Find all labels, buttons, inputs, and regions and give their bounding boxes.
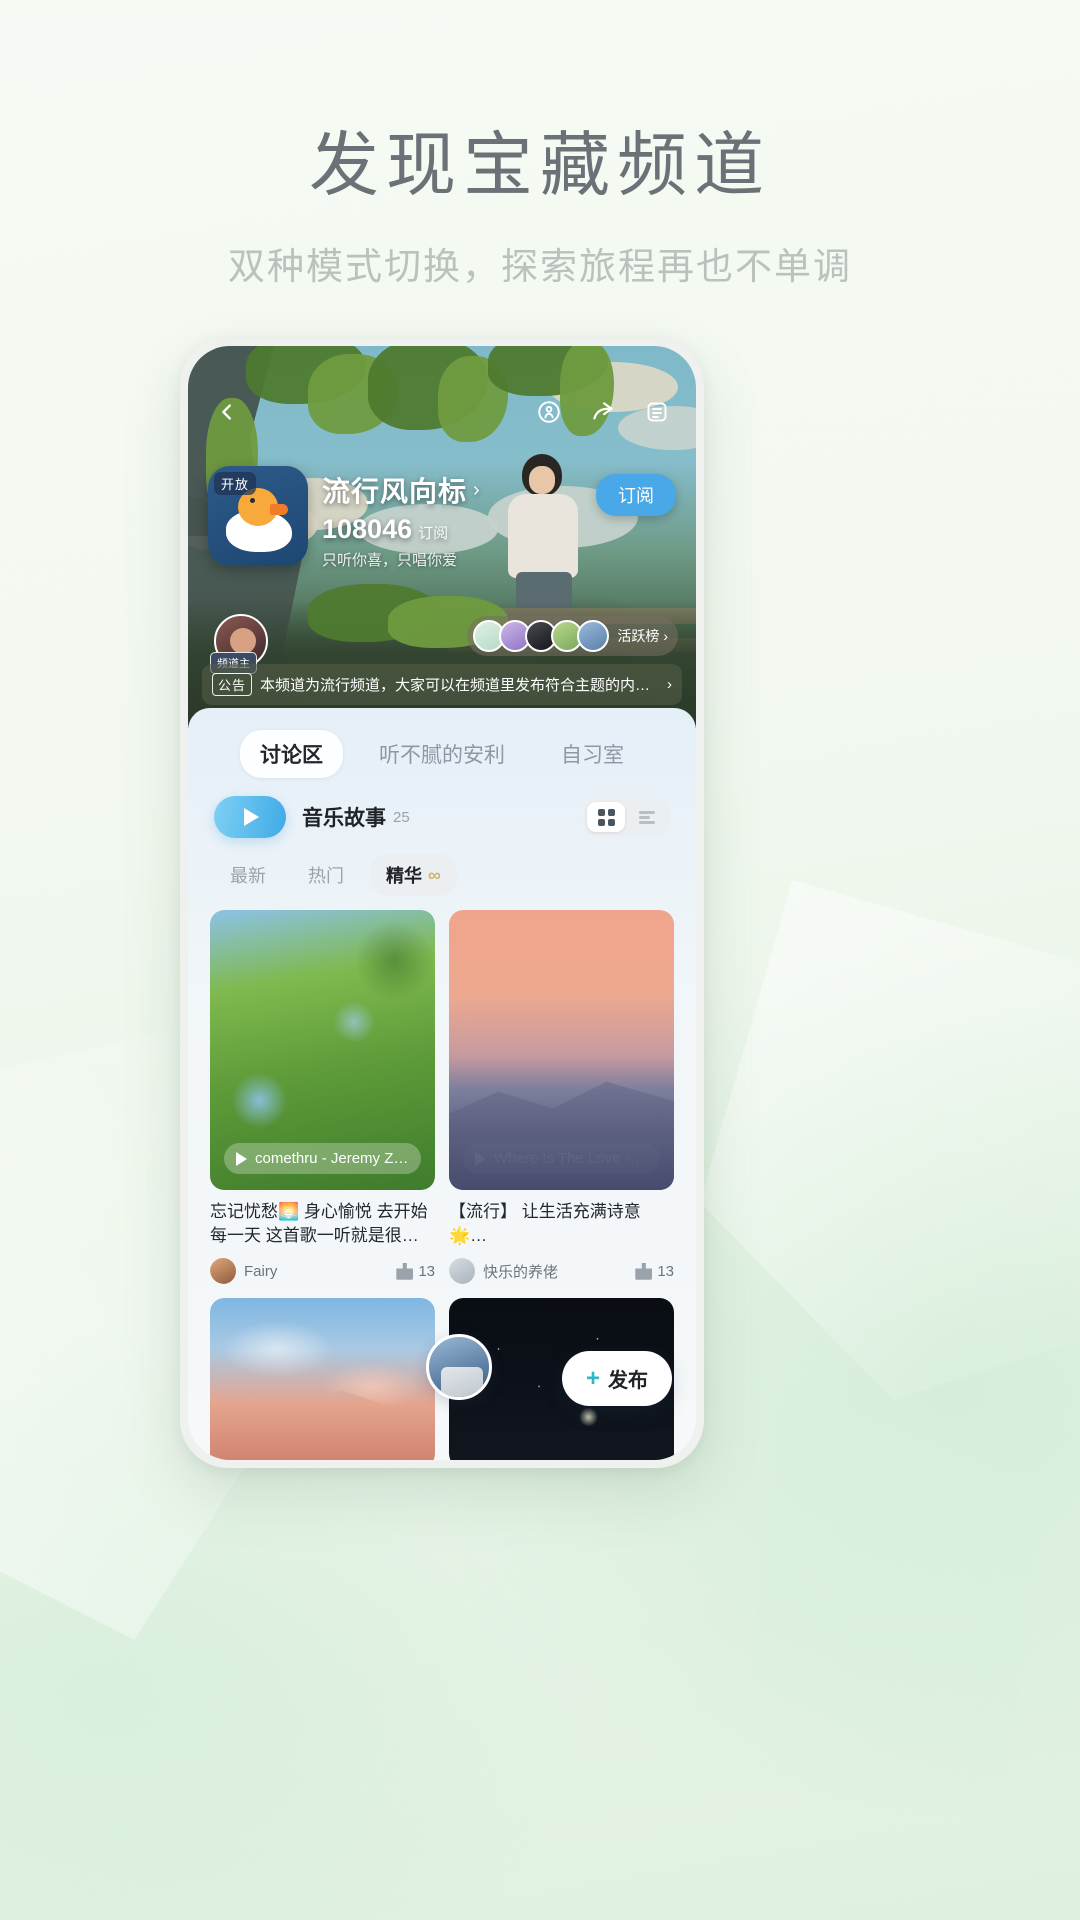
like-count: 13 (418, 1262, 435, 1280)
avatar (577, 620, 610, 652)
filter-newest[interactable]: 最新 (214, 854, 282, 896)
filter-hot[interactable]: 热门 (292, 854, 360, 896)
channel-header: 开放 流行风向标 › 108046 订阅 只听你喜，只唱你爱 订阅 (208, 466, 676, 570)
tab-study-room[interactable]: 自习室 (541, 730, 644, 778)
publish-label: 发布 (608, 1370, 648, 1392)
publish-button[interactable]: + 发布 (561, 1351, 672, 1406)
chevron-right-icon: › (473, 478, 481, 501)
post-thumbnail[interactable] (210, 1298, 435, 1460)
play-all-button[interactable] (214, 796, 286, 838)
music-story-title: 音乐故事 (302, 807, 386, 830)
active-rank-button[interactable]: 活跃榜 › (467, 616, 678, 656)
phone-mockup: 开放 流行风向标 › 108046 订阅 只听你喜，只唱你爱 订阅 活跃榜 › … (180, 338, 704, 1468)
post-caption: 【流行】 让生活充满诗意🌟… (449, 1202, 641, 1246)
infinity-icon: ∞ (428, 864, 441, 885)
channel-slogan: 只听你喜，只唱你爱 (322, 552, 458, 569)
phone-screen: 开放 流行风向标 › 108046 订阅 只听你喜，只唱你爱 订阅 活跃榜 › … (188, 346, 696, 1460)
promo-text-block: 发现宝藏频道 双种模式切换，探索旅程再也不单调 (0, 0, 1080, 290)
post-card[interactable]: Where Is The Love - … 【流行】 让生活充满诗意🌟… 快乐的… (449, 910, 674, 1285)
post-footer: Fairy 13 (210, 1258, 435, 1285)
channel-avatar[interactable]: 开放 (208, 466, 308, 566)
grid-view-icon (597, 808, 615, 826)
song-name: comethru - Jeremy Z… (255, 1150, 409, 1167)
post-author: 快乐的养佬 (483, 1263, 559, 1281)
channel-name-row[interactable]: 流行风向标 › (322, 470, 596, 510)
content-sheet: 讨论区 听不腻的安利 自习室 音乐故事 25 最新 热门 精华 ∞ cometh… (188, 708, 696, 1460)
song-pill[interactable]: comethru - Jeremy Z… (224, 1143, 421, 1174)
app-topbar (188, 390, 696, 434)
post-card[interactable]: comethru - Jeremy Z… 忘记忧愁🌅 身心愉悦 去开始每一天 这… (210, 910, 435, 1285)
announcement-bar[interactable]: 公告 本频道为流行频道，大家可以在频道里发布符合主题的内容… › (202, 664, 682, 705)
post-thumbnail[interactable]: Where Is The Love - … (449, 910, 674, 1190)
list-icon (647, 402, 667, 422)
section-tabs: 讨论区 听不腻的安利 自习室 (188, 708, 696, 778)
subscribe-button[interactable]: 订阅 (596, 474, 676, 516)
tab-recommendations[interactable]: 听不腻的安利 (359, 730, 525, 778)
announcement-text: 本频道为流行频道，大家可以在频道里发布符合主题的内容… (260, 677, 659, 694)
avatar (210, 1258, 236, 1285)
thumbs-up-icon (396, 1262, 414, 1280)
chevron-right-icon: › (667, 676, 672, 693)
view-mode-toggle (583, 798, 670, 836)
music-story-count: 25 (393, 808, 410, 826)
like-count: 13 (657, 1262, 674, 1280)
broadcast-icon (538, 401, 560, 423)
chevron-right-icon: › (663, 628, 668, 644)
announcement-badge: 公告 (212, 673, 253, 696)
song-pill[interactable]: Where Is The Love - … (463, 1143, 660, 1174)
play-icon (475, 1151, 486, 1166)
post-caption: 忘记忧愁🌅 身心愉悦 去开始每一天 这首歌一听就是很… (210, 1202, 428, 1246)
sort-filters: 最新 热门 精华 ∞ (188, 838, 696, 896)
subscriber-unit: 订阅 (418, 525, 449, 542)
thumbs-up-icon (635, 1262, 653, 1280)
filter-essence[interactable]: 精华 ∞ (370, 854, 457, 896)
chevron-left-icon (222, 404, 231, 420)
back-button[interactable] (208, 393, 246, 431)
active-rank-label: 活跃榜 (617, 628, 660, 644)
post-card[interactable] (210, 1298, 435, 1460)
post-author: Fairy (244, 1262, 278, 1280)
post-footer: 快乐的养佬 13 (449, 1258, 674, 1285)
tab-discussion[interactable]: 讨论区 (240, 730, 343, 778)
like-control[interactable]: 13 (635, 1262, 674, 1280)
channel-owner[interactable]: 频道主 (210, 614, 268, 674)
floating-mini-avatar[interactable] (426, 1334, 492, 1400)
channel-open-badge: 开放 (214, 472, 257, 495)
channel-meta: 流行风向标 › 108046 订阅 只听你喜，只唱你爱 (322, 466, 596, 570)
grid-view-button[interactable] (587, 802, 625, 832)
play-icon (244, 808, 259, 826)
like-control[interactable]: 13 (396, 1262, 435, 1280)
list-view-button[interactable] (628, 802, 666, 832)
share-button[interactable] (584, 393, 622, 431)
post-thumbnail[interactable]: comethru - Jeremy Z… (210, 910, 435, 1190)
live-broadcast-button[interactable] (530, 393, 568, 431)
list-view-icon (639, 809, 655, 826)
plus-icon: + (585, 1364, 600, 1392)
channel-subscriber-row: 108046 订阅 (322, 514, 596, 545)
song-name: Where Is The Love - … (494, 1150, 648, 1167)
avatar (449, 1258, 475, 1285)
menu-button[interactable] (638, 393, 676, 431)
promo-subheadline: 双种模式切换，探索旅程再也不单调 (228, 246, 852, 288)
filter-essence-label: 精华 (386, 866, 422, 886)
channel-name: 流行风向标 (322, 476, 468, 507)
play-icon (236, 1151, 247, 1166)
music-story-row: 音乐故事 25 (188, 778, 696, 838)
background-facet-lower-right (750, 1380, 1050, 1800)
share-icon (593, 402, 613, 420)
subscriber-count: 108046 (322, 514, 413, 544)
promo-headline: 发现宝藏频道 (309, 126, 771, 204)
background-facet-right (700, 880, 1080, 1400)
